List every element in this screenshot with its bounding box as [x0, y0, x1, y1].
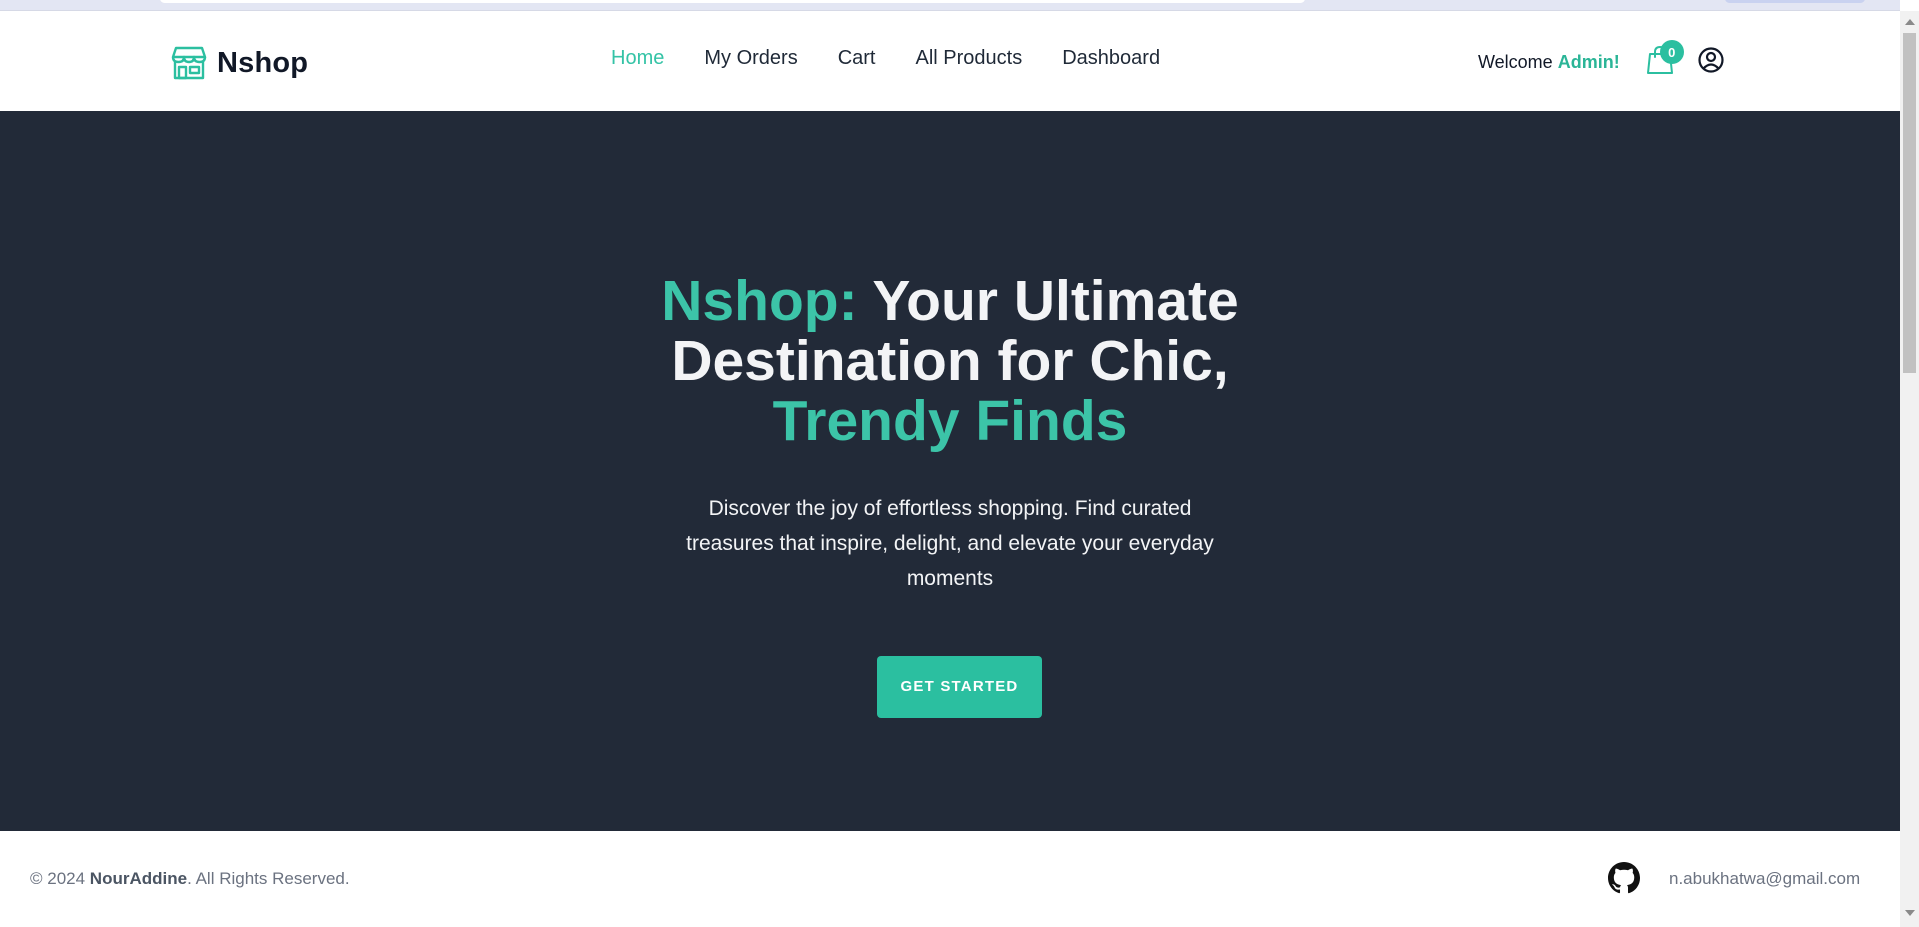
nav-link-dashboard[interactable]: Dashboard — [1062, 47, 1160, 70]
browser-chrome-strip — [0, 0, 1900, 11]
browser-button-edge[interactable] — [1725, 0, 1865, 3]
store-icon — [171, 46, 207, 80]
hero-section: Nshop: Your Ultimate Destination for Chi… — [0, 111, 1900, 831]
hero-title-brand: Nshop: — [661, 269, 858, 333]
user-area: Welcome Admin! 0 — [1478, 37, 1726, 87]
profile-button[interactable] — [1696, 46, 1726, 78]
cart-count-badge: 0 — [1659, 40, 1684, 64]
copyright-suffix: . All Rights Reserved. — [187, 869, 350, 888]
nav-link-cart[interactable]: Cart — [838, 47, 876, 70]
navbar: Nshop Home My Orders Cart All Products D… — [0, 11, 1900, 111]
copyright-text: © 2024 NourAddine. All Rights Reserved. — [30, 869, 350, 889]
main-nav: Home My Orders Cart All Products Dashboa… — [611, 47, 1160, 70]
brand-logo-link[interactable]: Nshop — [171, 43, 308, 83]
nav-link-all-products[interactable]: All Products — [916, 47, 1023, 70]
cart-button[interactable]: 0 — [1642, 40, 1684, 80]
scroll-down-arrow-icon[interactable] — [1905, 910, 1915, 916]
scrollbar-thumb[interactable] — [1903, 33, 1916, 373]
page-scrollbar[interactable] — [1900, 11, 1919, 927]
copyright-prefix: © 2024 — [30, 869, 90, 888]
get-started-button[interactable]: GET STARTED — [877, 656, 1042, 718]
brand-name: Nshop — [217, 46, 309, 79]
email-link[interactable]: n.abukhatwa@gmail.com — [1669, 869, 1860, 889]
welcome-prefix: Welcome — [1478, 51, 1558, 72]
page: Nshop Home My Orders Cart All Products D… — [0, 11, 1900, 927]
scroll-up-arrow-icon[interactable] — [1905, 19, 1915, 25]
nav-link-my-orders[interactable]: My Orders — [704, 47, 797, 70]
welcome-username: Admin! — [1557, 51, 1620, 72]
welcome-message: Welcome Admin! — [1478, 52, 1620, 73]
user-circle-icon — [1698, 46, 1724, 78]
site-footer: © 2024 NourAddine. All Rights Reserved. … — [0, 831, 1900, 927]
github-icon — [1608, 862, 1640, 898]
hero-title-highlight: Trendy Finds — [772, 389, 1128, 453]
github-link[interactable] — [1608, 862, 1640, 894]
copyright-owner: NourAddine — [89, 869, 188, 888]
address-bar-edge[interactable] — [160, 0, 1305, 3]
hero-subtitle: Discover the joy of effortless shopping.… — [686, 497, 1214, 590]
nav-link-home[interactable]: Home — [611, 47, 664, 70]
hero-title: Nshop: Your Ultimate Destination for Chi… — [550, 271, 1350, 451]
